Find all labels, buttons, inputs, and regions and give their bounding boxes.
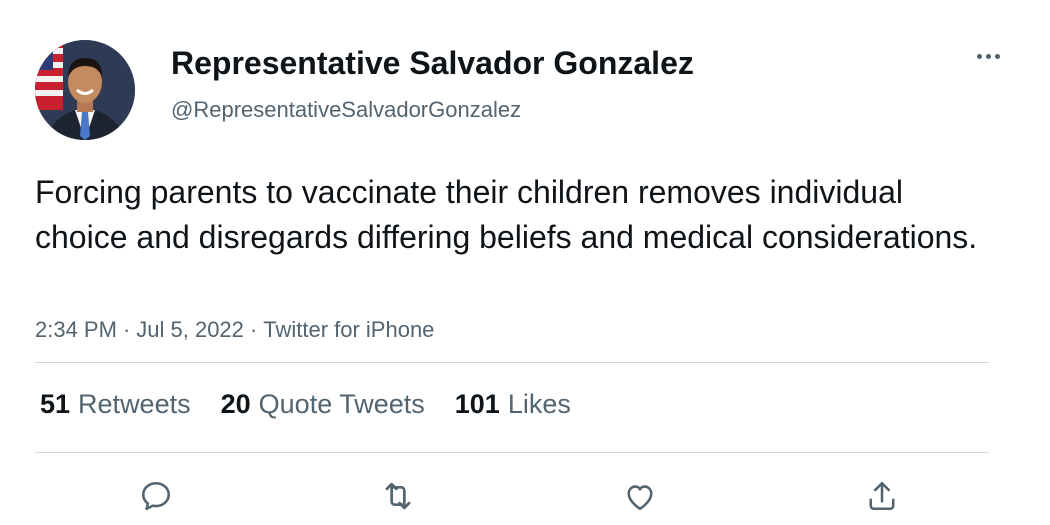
stat-label: Retweets [78, 389, 191, 419]
stat-count: 20 [220, 389, 251, 419]
divider [35, 362, 989, 363]
avatar[interactable] [35, 40, 135, 140]
stat-count: 101 [454, 389, 500, 419]
retweet-button[interactable] [378, 476, 418, 516]
tweet-source[interactable]: Twitter for iPhone [263, 317, 434, 342]
user-photo-icon [35, 40, 135, 140]
stat-quote-tweets[interactable]: 20 Quote Tweets [221, 387, 425, 421]
share-icon [869, 481, 895, 511]
tweet-meta: 2:34 PM · Jul 5, 2022 · Twitter for iPhone [35, 316, 434, 344]
like-icon [627, 485, 653, 511]
dot [985, 53, 991, 59]
meta-separator: · [249, 317, 258, 342]
stat-likes[interactable]: 101 Likes [455, 387, 571, 421]
retweet-icon [385, 482, 411, 510]
meta-separator: · [122, 317, 131, 342]
stat-label: Likes [507, 389, 571, 419]
tweet-date[interactable]: Jul 5, 2022 [136, 317, 244, 342]
tweet-time[interactable]: 2:34 PM [35, 317, 117, 342]
share-button[interactable] [862, 476, 902, 516]
more-options-icon[interactable] [972, 44, 1004, 68]
stat-retweets[interactable]: 51 Retweets [40, 387, 191, 421]
author-handle[interactable]: @RepresentativeSalvadorGonzalez [171, 96, 521, 124]
divider [35, 452, 989, 453]
tweet-card: Representative Salvador Gonzalez @Repres… [0, 0, 1050, 525]
dot [994, 53, 1000, 59]
tweet-text: Forcing parents to vaccinate their child… [35, 174, 978, 255]
tweet-stats: 51 Retweets 20 Quote Tweets 101 Likes [40, 387, 571, 421]
reply-button[interactable] [136, 476, 176, 516]
stat-label: Quote Tweets [258, 389, 425, 419]
author-display-name[interactable]: Representative Salvador Gonzalez [171, 43, 694, 83]
dot [976, 53, 982, 59]
like-button[interactable] [620, 476, 660, 516]
stat-count: 51 [40, 389, 71, 419]
reply-icon [141, 481, 171, 511]
